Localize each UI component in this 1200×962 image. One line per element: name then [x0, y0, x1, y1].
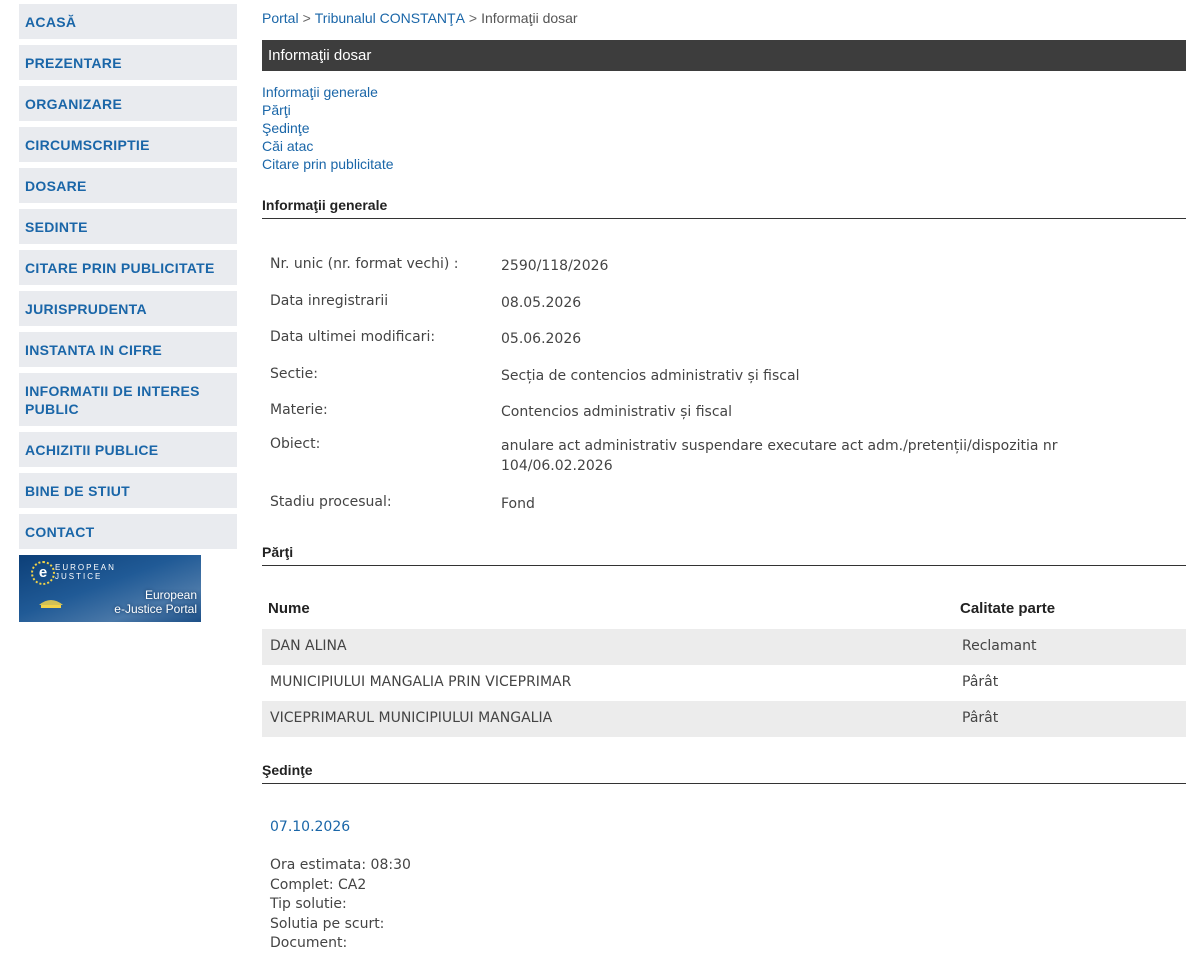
info-value: Fond [501, 496, 535, 512]
sidebar-item-label: ACHIZITII PUBLICE [25, 441, 159, 458]
link-cai-atac[interactable]: Căi atac [262, 137, 394, 155]
sidebar-item-contact[interactable]: CONTACT [19, 514, 237, 549]
info-label: Obiect: [270, 436, 321, 452]
sidebar-item-instanta-in-cifre[interactable]: INSTANTA IN CIFRE [19, 332, 237, 367]
sidebar-item-label: DOSARE [25, 177, 87, 194]
table-row: VICEPRIMARUL MUNICIPIULUI MANGALIA Pârât [262, 701, 1186, 737]
info-label: Data inregistrarii [270, 293, 389, 309]
link-sedinte[interactable]: Şedinţe [262, 119, 394, 137]
e-justice-logo-icon: e [31, 561, 55, 585]
link-informatii-generale[interactable]: Informaţii generale [262, 83, 394, 101]
page-title: Informaţii dosar [262, 40, 1186, 71]
e-justice-small-line1: EUROPEAN [55, 563, 116, 572]
section-heading-general: Informaţii generale [262, 197, 1186, 219]
info-value: 08.05.2026 [501, 295, 582, 311]
sidebar-item-label: ACASĂ [25, 13, 77, 30]
sidebar-item-label: PREZENTARE [25, 54, 122, 71]
sidebar-item-label: JURISPRUDENTA [25, 300, 147, 317]
breadcrumb-separator: > [468, 10, 478, 26]
sidebar-item-label: CIRCUMSCRIPTIE [25, 136, 150, 153]
info-label: Nr. unic (nr. format vechi) : [270, 256, 459, 272]
hearing-panel: Complet: CA2 [270, 876, 367, 893]
column-header-nume: Nume [268, 600, 310, 617]
table-header: Nume Calitate parte [262, 592, 1186, 629]
e-justice-small-text: EUROPEAN JUSTICE [55, 563, 116, 581]
sidebar-item-label: INSTANTA IN CIFRE [25, 341, 163, 358]
e-justice-text: European e-Justice Portal [114, 588, 197, 616]
breadcrumb-separator: > [302, 10, 311, 26]
hearing-solution-type: Tip solutie: [270, 896, 347, 912]
info-label: Stadiu procesual: [270, 494, 392, 510]
sidebar-item-achizitii[interactable]: ACHIZITII PUBLICE [19, 432, 237, 467]
e-justice-small-line2: JUSTICE [55, 572, 103, 581]
info-label: Materie: [270, 402, 328, 418]
link-parti[interactable]: Părţi [262, 101, 394, 119]
hearing-date: 07.10.2026 [270, 819, 351, 835]
sidebar-item-prezentare[interactable]: PREZENTARE [19, 45, 237, 80]
party-role: Pârât [962, 674, 999, 690]
sidebar-item-informatii-interes-public[interactable]: INFORMATII DE INTERES PUBLIC [19, 373, 237, 426]
party-name: MUNICIPIULUI MANGALIA PRIN VICEPRIMAR [270, 674, 572, 690]
sidebar-item-label: ORGANIZARE [25, 95, 123, 112]
section-heading-parti: Părţi [262, 544, 1186, 566]
scales-icon [39, 600, 63, 608]
table-row: MUNICIPIULUI MANGALIA PRIN VICEPRIMAR Pâ… [262, 665, 1186, 701]
sidebar-item-label: CITARE PRIN PUBLICITATE [25, 259, 215, 276]
hearing-solution-summary: Solutia pe scurt: [270, 915, 385, 932]
info-value: anulare act administrativ suspendare exe… [501, 438, 1058, 474]
e-justice-text-line2: e-Justice Portal [114, 602, 197, 616]
sidebar-item-citare[interactable]: CITARE PRIN PUBLICITATE [19, 250, 237, 285]
section-links: Informaţii generale Părţi Şedinţe Căi at… [262, 83, 394, 173]
parties-table: Nume Calitate parte DAN ALINA Reclamant … [262, 592, 1186, 737]
info-value: Secția de contencios administrativ și fi… [501, 368, 800, 384]
section-heading-sedinte: Şedinţe [262, 762, 1186, 784]
e-justice-banner[interactable]: e EUROPEAN JUSTICE European e-Justice Po… [19, 555, 201, 622]
column-header-calitate: Calitate parte [960, 600, 1056, 617]
info-value: Contencios administrativ și fiscal [501, 404, 732, 420]
link-citare-prin-publicitate[interactable]: Citare prin publicitate [262, 155, 394, 173]
sidebar-item-sedinte[interactable]: SEDINTE [19, 209, 237, 244]
info-label: Sectie: [270, 366, 318, 382]
hearing-details: Ora estimata: 08:30 Complet: CA2 Tip sol… [270, 856, 411, 954]
breadcrumb: Portal > Tribunalul CONSTANŢA > Informaţii d… [262, 10, 578, 26]
info-label: Data ultimei modificari: [270, 329, 436, 345]
sidebar-item-label: SEDINTE [25, 218, 88, 235]
sidebar-item-label: INFORMATII DE INTERES PUBLIC [25, 382, 200, 417]
table-row: DAN ALINA Reclamant [262, 629, 1186, 665]
info-value: 05.06.2026 [501, 331, 582, 347]
party-role: Reclamant [962, 638, 1037, 654]
breadcrumb-court-link[interactable]: Tribunalul CONSTANŢA [315, 10, 465, 26]
e-justice-text-line1: European [144, 588, 197, 602]
sidebar-item-acasa[interactable]: ACASĂ [19, 4, 237, 39]
sidebar-item-dosare[interactable]: DOSARE [19, 168, 237, 203]
party-name: DAN ALINA [270, 638, 347, 654]
party-name: VICEPRIMARUL MUNICIPIULUI MANGALIA [270, 710, 553, 726]
sidebar-item-bine-de-stiut[interactable]: BINE DE STIUT [19, 473, 237, 508]
sidebar-item-circumscriptie[interactable]: CIRCUMSCRIPTIE [19, 127, 237, 162]
sidebar-item-label: BINE DE STIUT [25, 482, 131, 499]
sidebar-item-label: CONTACT [25, 523, 95, 540]
info-value: 2590/118/2026 [501, 258, 609, 274]
party-role: Pârât [962, 710, 999, 726]
hearing-estimated-time: Ora estimata: 08:30 [270, 857, 411, 873]
sidebar-item-jurisprudenta[interactable]: JURISPRUDENTA [19, 291, 237, 326]
hearing-document: Document: [270, 935, 348, 951]
sidebar-nav: ACASĂ PREZENTARE ORGANIZARE CIRCUMSCRIPT… [19, 4, 237, 622]
breadcrumb-portal-link[interactable]: Portal [262, 10, 299, 26]
breadcrumb-current: Informaţii dosar [481, 10, 578, 26]
sidebar-item-organizare[interactable]: ORGANIZARE [19, 86, 237, 121]
